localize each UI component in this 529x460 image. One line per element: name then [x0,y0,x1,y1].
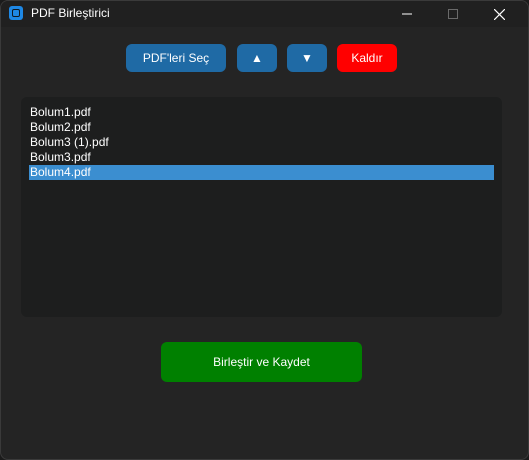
close-button[interactable] [476,1,522,27]
list-item[interactable]: Bolum2.pdf [29,120,494,135]
list-item[interactable]: Bolum1.pdf [29,105,494,120]
app-window: PDF Birleştirici PDF'leri Seç ▲ ▼ Kaldır… [0,0,529,460]
close-icon [493,8,505,20]
app-icon [9,6,23,20]
move-up-button[interactable]: ▲ [237,44,277,72]
title-bar[interactable]: PDF Birleştirici [1,1,528,27]
window-title: PDF Birleştirici [31,6,110,20]
list-item[interactable]: Bolum3 (1).pdf [29,135,494,150]
remove-button[interactable]: Kaldır [337,44,397,72]
move-down-button[interactable]: ▼ [287,44,327,72]
list-item[interactable]: Bolum3.pdf [29,150,494,165]
maximize-button[interactable] [430,1,476,27]
maximize-icon [448,9,458,19]
minimize-icon [402,13,412,15]
merge-and-save-button[interactable]: Birleştir ve Kaydet [161,342,362,382]
pdf-file-list[interactable]: Bolum1.pdf Bolum2.pdf Bolum3 (1).pdf Bol… [21,97,502,317]
select-pdfs-button[interactable]: PDF'leri Seç [126,44,226,72]
list-item-selected[interactable]: Bolum4.pdf [29,165,494,180]
minimize-button[interactable] [384,1,430,27]
